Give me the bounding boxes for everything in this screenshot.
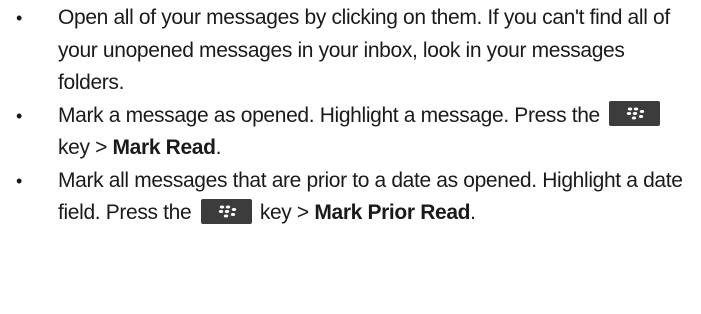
item-text: . xyxy=(470,201,476,224)
instruction-list: • Open all of your messages by clicking … xyxy=(0,0,701,230)
blackberry-menu-key-icon xyxy=(609,101,661,127)
list-item: • Open all of your messages by clicking … xyxy=(0,2,701,100)
bullet: • xyxy=(16,105,22,126)
item-text: Mark a message as opened. Highlight a me… xyxy=(58,103,600,127)
item-text: key > xyxy=(259,201,309,224)
list-item: • Mark a message as opened. Highlight a … xyxy=(0,100,701,165)
item-text: Open all of your messages by clicking on… xyxy=(58,6,670,94)
list-item: • Mark all messages that are prior to a … xyxy=(0,165,701,230)
menu-command: Mark Read xyxy=(112,136,216,159)
bullet: • xyxy=(16,8,22,28)
item-text: key > xyxy=(58,136,108,159)
item-text: . xyxy=(215,136,222,159)
bullet: • xyxy=(16,170,22,191)
menu-command: Mark Prior Read xyxy=(314,201,471,224)
blackberry-menu-key-icon xyxy=(200,198,252,224)
